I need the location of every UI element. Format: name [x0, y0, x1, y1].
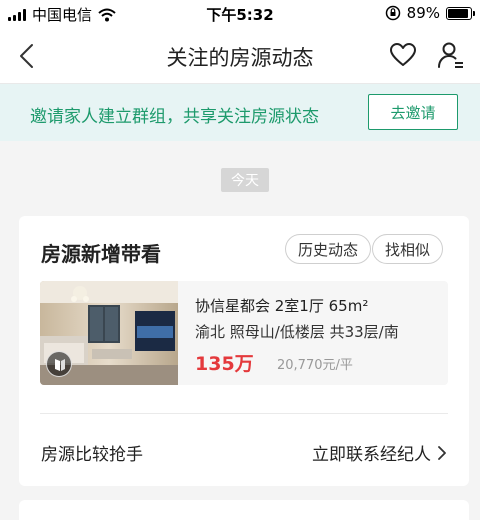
invite-button[interactable]: 去邀请 — [368, 94, 458, 130]
divider — [40, 413, 448, 414]
heart-icon[interactable] — [388, 40, 418, 70]
contact-agent-link[interactable]: 立即联系经纪人 — [312, 440, 447, 465]
compare-label: 房源比较抢手 — [41, 445, 143, 465]
next-card — [19, 500, 469, 520]
orientation-lock-icon — [385, 5, 400, 21]
listing-photo — [40, 281, 178, 385]
listing-name: 协信星都会 2室1厅 65m² — [195, 297, 369, 315]
invite-text: 邀请家人建立群组，共享关注房源状态 — [30, 107, 319, 127]
battery-fill — [448, 8, 468, 18]
card-title: 房源新增带看 — [41, 242, 161, 266]
user-list-icon[interactable] — [436, 40, 466, 70]
nav-bar: 关注的房源动态 — [0, 28, 480, 84]
status-bar: 中国电信 下午5:32 89% — [0, 0, 480, 28]
listing-meta: 渝北 照母山/低楼层 共33层/南 — [195, 323, 399, 341]
battery-label: 89% — [406, 4, 440, 22]
contact-agent-label: 立即联系经纪人 — [312, 445, 431, 465]
vr-tour-icon[interactable] — [46, 351, 72, 377]
history-button[interactable]: 历史动态 — [284, 234, 371, 264]
listing-price: 135万 — [195, 353, 254, 375]
listing-unit-price: 20,770元/平 — [277, 358, 353, 373]
activity-card: 房源新增带看 历史动态 找相似 协信星都会 2室1厅 65m² 渝北 照母山/低… — [19, 216, 469, 486]
chevron-right-icon — [438, 445, 446, 460]
invite-banner: 邀请家人建立群组，共享关注房源状态 去邀请 — [0, 84, 480, 141]
date-chip: 今天 — [221, 168, 269, 192]
battery-icon — [446, 6, 475, 20]
listing-item[interactable]: 协信星都会 2室1厅 65m² 渝北 照母山/低楼层 共33层/南 135万 2… — [40, 281, 448, 385]
find-similar-button[interactable]: 找相似 — [371, 234, 443, 264]
status-right: 89% — [385, 4, 475, 22]
